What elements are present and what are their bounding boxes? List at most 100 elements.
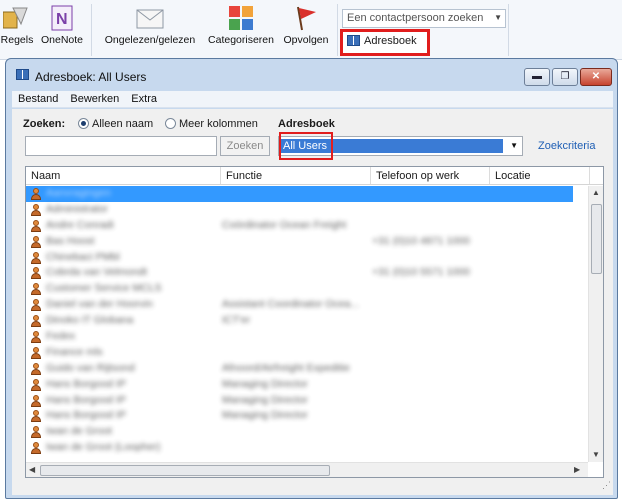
list-item[interactable]: Aanvragingen bbox=[26, 186, 573, 202]
horizontal-scroll-thumb[interactable] bbox=[40, 465, 330, 476]
search-label: Zoeken: bbox=[23, 118, 66, 130]
person-icon bbox=[31, 362, 41, 375]
dialog-title: Adresboek: All Users bbox=[35, 70, 147, 84]
ribbon-separator bbox=[91, 4, 92, 56]
list-item[interactable]: Daniel van der Hoorvin Assistant Coordina… bbox=[26, 297, 588, 313]
cell-phone: +31 (0)10 5571 1000 bbox=[372, 266, 470, 279]
cell-function: Assistant Coordinator Ocea... bbox=[222, 298, 360, 311]
list-item[interactable]: Hans Borgood IP Managing Director bbox=[26, 377, 588, 393]
list-item[interactable]: Andre Conradi Coördinator Ocean Freight bbox=[26, 218, 588, 234]
menu-extra[interactable]: Extra bbox=[125, 91, 163, 105]
cell-name: Finance mls bbox=[46, 345, 103, 358]
person-icon bbox=[31, 410, 41, 423]
column-phone[interactable]: Telefoon op werk bbox=[371, 167, 490, 184]
list-item[interactable]: Hans Borgood IP Managing Director bbox=[26, 408, 588, 424]
address-book-button[interactable]: Adresboek bbox=[340, 29, 430, 56]
vertical-scroll-thumb[interactable] bbox=[591, 204, 602, 274]
list-item[interactable]: Hans Borgood IP Managing Director bbox=[26, 393, 588, 409]
person-icon bbox=[31, 315, 41, 328]
cell-name: Aanvragingen bbox=[46, 187, 111, 199]
unread-read-button[interactable]: Ongelezen/gelezen bbox=[97, 4, 203, 46]
cell-name: Hans Borgood IP bbox=[46, 409, 126, 422]
cell-name: Customer Service MCLS bbox=[46, 282, 162, 295]
minimize-button[interactable]: ▬ bbox=[524, 68, 550, 86]
scroll-right-icon[interactable]: ▶ bbox=[574, 465, 580, 474]
resize-grip-icon[interactable]: ⋰ bbox=[602, 480, 611, 491]
person-icon bbox=[31, 394, 41, 407]
cell-function: Afnoord/Airfreight Expeditie bbox=[222, 361, 350, 374]
person-icon bbox=[31, 251, 41, 264]
highlight-box bbox=[279, 132, 333, 160]
cell-name: Daniel van der Hoorvin bbox=[46, 298, 153, 311]
person-icon bbox=[31, 442, 41, 455]
search-button[interactable]: Zoeken bbox=[220, 136, 270, 156]
list-item[interactable]: Customer Service MCLS bbox=[26, 281, 588, 297]
column-location[interactable]: Locatie bbox=[490, 167, 590, 184]
person-icon bbox=[31, 203, 41, 216]
cell-name: Bas Hoost bbox=[46, 234, 95, 247]
close-button[interactable]: ✕ bbox=[580, 68, 612, 86]
cell-phone: +31 (0)10 4871 1000 bbox=[372, 234, 470, 247]
person-icon bbox=[31, 267, 41, 280]
onenote-icon: N bbox=[51, 5, 73, 31]
cell-name: Hans Borgood IP bbox=[46, 377, 126, 390]
search-input[interactable] bbox=[25, 136, 217, 156]
scroll-up-icon[interactable]: ▲ bbox=[592, 188, 600, 197]
person-icon bbox=[31, 426, 41, 439]
onenote-button[interactable]: N OneNote bbox=[36, 4, 88, 46]
list-item[interactable]: Iwan de Groot (Loopher) bbox=[26, 440, 588, 456]
cell-name: Guido van Rijtsond bbox=[46, 361, 135, 374]
maximize-button[interactable]: ❐ bbox=[552, 68, 578, 86]
vertical-scrollbar[interactable]: ▲ ▼ bbox=[588, 186, 603, 462]
ribbon-separator bbox=[508, 4, 509, 56]
contact-search-field[interactable]: Een contactpersoon zoeken ▼ bbox=[342, 9, 506, 28]
envelope-icon bbox=[136, 9, 164, 29]
cell-name: Iwan de Groot (Loopher) bbox=[46, 441, 161, 454]
column-name[interactable]: Naam bbox=[26, 167, 221, 184]
radio-more-columns[interactable]: Meer kolommen bbox=[165, 118, 258, 130]
categorize-icon bbox=[229, 6, 253, 30]
dialog-titlebar[interactable]: Adresboek: All Users ▬ ❐ ✕ bbox=[6, 59, 617, 91]
cell-name: Administrator bbox=[46, 202, 108, 215]
list-item[interactable]: Dinoko IT Globana ICT'er bbox=[26, 313, 588, 329]
radio-name-only[interactable]: Alleen naam bbox=[78, 118, 153, 130]
menu-bestand[interactable]: Bestand bbox=[12, 91, 64, 105]
address-book-icon bbox=[347, 35, 360, 46]
person-icon bbox=[31, 331, 41, 344]
cell-function: Managing Director bbox=[222, 409, 308, 422]
list-item[interactable]: Bas Hoost +31 (0)10 4871 1000 bbox=[26, 234, 588, 250]
outlook-ribbon: Regels N OneNote Ongelezen/gelezen Categ… bbox=[0, 0, 622, 60]
chevron-down-icon[interactable]: ▼ bbox=[494, 13, 502, 22]
person-icon bbox=[31, 299, 41, 312]
categorize-button[interactable]: Categoriseren bbox=[205, 4, 277, 46]
list-item[interactable]: Administrator bbox=[26, 202, 588, 218]
list-item[interactable]: Iwan de Groot bbox=[26, 424, 588, 440]
cell-function: Managing Director bbox=[222, 393, 308, 406]
cell-function: ICT'er bbox=[222, 314, 251, 327]
dialog-menubar: Bestand Bewerken Extra bbox=[12, 91, 613, 108]
list-item[interactable]: Fedex bbox=[26, 329, 588, 345]
cell-name: Dinoko IT Globana bbox=[46, 314, 134, 327]
follow-up-button[interactable]: Opvolgen bbox=[279, 4, 333, 46]
person-icon bbox=[31, 283, 41, 296]
addressbook-label: Adresboek bbox=[278, 118, 335, 130]
address-list: Naam Functie Telefoon op werk Locatie Aa… bbox=[25, 166, 604, 478]
column-function[interactable]: Functie bbox=[221, 167, 371, 184]
cell-name: Cobrda van Velmondt bbox=[46, 266, 147, 279]
cell-function: Managing Director bbox=[222, 377, 308, 390]
list-item[interactable]: Cobrda van Velmondt +31 (0)10 5571 1000 bbox=[26, 265, 588, 281]
scroll-left-icon[interactable]: ◀ bbox=[29, 465, 35, 474]
svg-text:N: N bbox=[56, 11, 68, 28]
chevron-down-icon[interactable]: ▼ bbox=[510, 141, 518, 150]
cell-function: Coördinator Ocean Freight bbox=[222, 218, 347, 231]
rules-button[interactable]: Regels bbox=[0, 4, 34, 46]
menu-bewerken[interactable]: Bewerken bbox=[64, 91, 125, 105]
horizontal-scrollbar[interactable]: ◀ ▶ bbox=[26, 462, 588, 477]
list-item[interactable]: Guido van Rijtsond Afnoord/Airfreight Exp… bbox=[26, 361, 588, 377]
list-item[interactable]: Finance mls bbox=[26, 345, 588, 361]
person-icon bbox=[31, 346, 41, 359]
scroll-down-icon[interactable]: ▼ bbox=[592, 450, 600, 459]
list-body: Aanvragingen Administrator Andre Conradi Co… bbox=[26, 186, 588, 462]
list-item[interactable]: Chinebaci PMbl bbox=[26, 250, 588, 266]
advanced-search-link[interactable]: Zoekcriteria bbox=[538, 140, 595, 152]
